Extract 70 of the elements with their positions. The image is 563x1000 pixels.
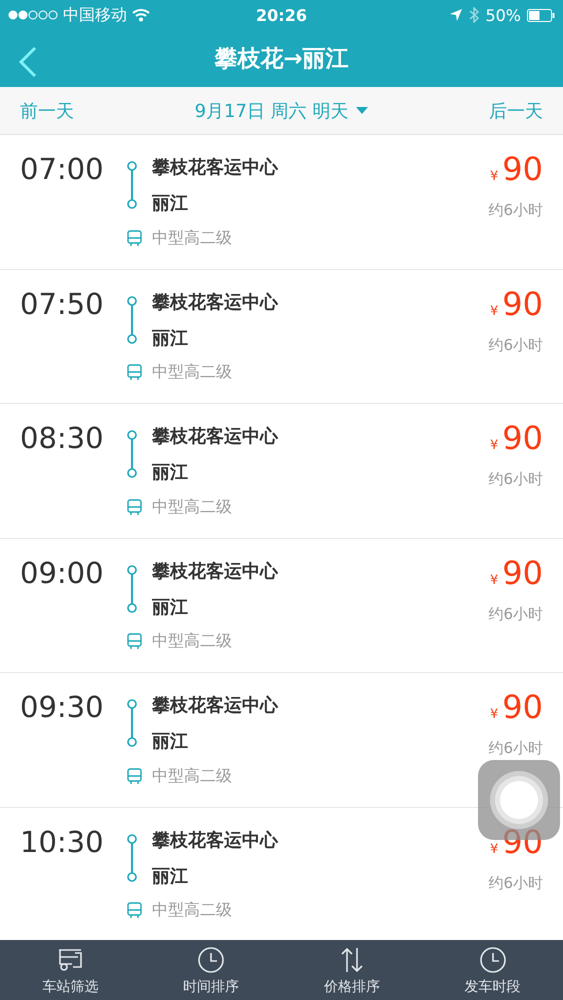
bus-icon (126, 633, 143, 650)
arrival-station: 丽江 (152, 461, 189, 484)
departure-station: 攀枝花客运中心 (152, 156, 280, 179)
bus-type: 中型高二级 (152, 496, 233, 518)
route-line-icon (126, 834, 138, 882)
trip-duration: 约6小时 (488, 470, 543, 489)
arrival-station: 丽江 (152, 596, 189, 618)
back-icon (18, 46, 38, 78)
signal-icon (8, 10, 58, 20)
bus-type: 中型高二级 (152, 228, 233, 248)
toolbar-button[interactable]: 价格排序 (282, 940, 422, 1000)
trip-row[interactable]: 07:00 攀枝花客运中心 丽江 中型高二级 ¥90 约6小时 (0, 135, 563, 270)
ticket-price: ¥90 (490, 149, 543, 190)
toolbar-button[interactable]: 发车时段 (422, 940, 563, 1000)
departure-station: 攀枝花客运中心 (152, 828, 280, 852)
bus-type: 中型高二级 (152, 362, 233, 383)
ticket-price: ¥90 (490, 418, 543, 459)
arrival-station: 丽江 (152, 864, 189, 888)
departure-station: 攀枝花客运中心 (152, 560, 280, 582)
bus-icon (126, 364, 143, 381)
trip-row[interactable]: 09:00 攀枝花客运中心 丽江 中型高二级 ¥90 约6小时 (0, 538, 563, 673)
caret-icon (356, 107, 368, 114)
trip-duration: 约6小时 (488, 874, 543, 892)
ticket-price: ¥90 (490, 687, 543, 728)
arrival-station: 丽江 (152, 730, 189, 753)
toolbar-button[interactable]: 车站筛选 (0, 940, 141, 1000)
battery-icon (527, 8, 555, 22)
departure-time: 09:30 (20, 689, 105, 726)
ticket-price: ¥90 (490, 284, 543, 324)
bus-icon (126, 498, 143, 516)
toolbar-button[interactable]: 时间排序 (140, 940, 282, 1000)
departure-time: 10:30 (20, 824, 105, 860)
trip-duration: 约6小时 (488, 336, 543, 354)
arrival-station: 丽江 (152, 192, 189, 215)
wifi-icon (132, 8, 150, 22)
ticket-price: ¥90 (490, 552, 543, 594)
location-icon (449, 8, 464, 22)
route-line-icon (126, 161, 138, 209)
bus-type: 中型高二级 (152, 766, 233, 786)
departure-time: 09:00 (20, 554, 105, 592)
trip-duration: 约6小时 (488, 604, 543, 624)
bus-icon (126, 902, 143, 919)
departure-station: 攀枝花客运中心 (152, 425, 280, 448)
bluetooth-icon (469, 7, 480, 23)
trip-duration: 约6小时 (488, 201, 543, 220)
departure-station: 攀枝花客运中心 (152, 694, 280, 717)
route-line-icon (126, 296, 138, 344)
clock-icon (196, 944, 226, 974)
clock-time: 20:26 (256, 6, 307, 24)
home-circle-icon (489, 770, 549, 830)
departure-time: 08:30 (20, 420, 105, 457)
carrier-name: 中国移动 (63, 4, 127, 26)
bus-icon (126, 768, 143, 784)
page-title: 攀枝花→丽江 (214, 45, 349, 74)
route-line-icon (126, 430, 138, 478)
bus-type: 中型高二级 (152, 631, 233, 652)
departure-time: 07:00 (20, 151, 105, 188)
route-line-icon (126, 699, 138, 747)
arrival-station: 丽江 (152, 326, 189, 350)
bus-icon (126, 230, 143, 246)
bus-type: 中型高二级 (152, 900, 233, 921)
route-line-icon (126, 564, 138, 612)
ticket-price: ¥90 (490, 822, 543, 862)
departure-time: 07:50 (20, 286, 105, 322)
trip-row[interactable]: 07:50 攀枝花客运中心 丽江 中型高二级 ¥90 约6小时 (0, 270, 563, 404)
battery-percent: 50% (485, 6, 521, 24)
trip-row[interactable]: 08:30 攀枝花客运中心 丽江 中型高二级 ¥90 约6小时 (0, 404, 563, 538)
clock-icon (478, 944, 508, 974)
trip-duration: 约6小时 (488, 739, 543, 758)
departure-station: 攀枝花客运中心 (152, 290, 280, 314)
